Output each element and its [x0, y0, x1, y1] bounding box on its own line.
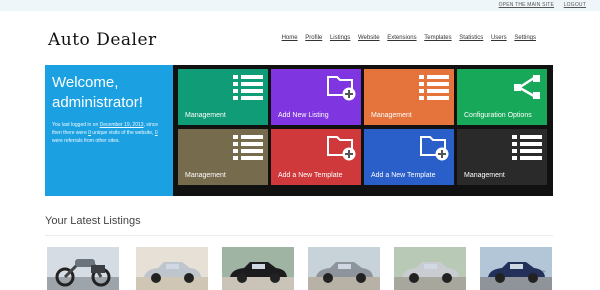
nav-item-listings[interactable]: Listings	[330, 35, 350, 41]
list-icon	[233, 133, 263, 161]
tile-configuration-options[interactable]: Configuration Options	[457, 69, 547, 125]
folder-add-icon	[326, 133, 356, 161]
top-bar: OPEN THE MAIN SITE LOGOUT	[0, 0, 600, 11]
welcome-title-line1: Welcome,	[52, 74, 119, 91]
tile-management-2[interactable]: Management	[364, 69, 454, 125]
list-icon	[233, 73, 263, 101]
open-main-site-link[interactable]: OPEN THE MAIN SITE	[499, 2, 554, 8]
chevron-right-icon[interactable]: ▸	[543, 268, 546, 275]
tile-label: Add a New Template	[371, 172, 436, 179]
referrals-count: 0	[154, 130, 158, 136]
nav-item-settings[interactable]: Settings	[514, 35, 536, 41]
tile-add-new-template-2[interactable]: Add a New Template	[364, 129, 454, 185]
latest-listings-strip	[47, 247, 557, 290]
folder-add-icon	[326, 73, 356, 101]
welcome-text: You last logged in on December 19, 2013,…	[52, 121, 166, 145]
welcome-title: Welcome, administrator!	[52, 73, 166, 113]
list-icon	[512, 133, 542, 161]
listing-thumbnail-silver-sedan[interactable]	[394, 247, 466, 290]
folder-add-icon	[419, 133, 449, 161]
welcome-panel: Welcome, administrator! You last logged …	[45, 65, 173, 196]
section-divider	[45, 235, 553, 236]
tile-label: Management	[464, 172, 505, 179]
nav-item-statistics[interactable]: Statistics	[459, 35, 483, 41]
top-links: OPEN THE MAIN SITE LOGOUT	[491, 2, 586, 8]
listing-thumbnail-gray-sedan[interactable]	[308, 247, 380, 290]
tile-add-new-listing[interactable]: Add New Listing	[271, 69, 361, 125]
brand-logo[interactable]: Auto Dealer	[48, 30, 157, 50]
tile-management-4[interactable]: Management	[457, 129, 547, 185]
list-icon	[419, 73, 449, 101]
tile-label: Management	[371, 112, 412, 119]
nav-item-users[interactable]: Users	[491, 35, 507, 41]
tile-add-new-template-1[interactable]: Add a New Template	[271, 129, 361, 185]
nav-item-extensions[interactable]: Extensions	[387, 35, 416, 41]
share-icon	[512, 73, 542, 101]
latest-listings-title: Your Latest Listings	[45, 215, 141, 227]
listing-thumbnail-silver-coupe[interactable]	[136, 247, 208, 290]
welcome-title-line2: administrator!	[52, 94, 143, 111]
welcome-text-mid2: unique visits of the website,	[90, 130, 155, 136]
tile-label: Management	[185, 112, 226, 119]
tile-management-3[interactable]: Management	[178, 129, 268, 185]
listing-thumbnail-motorcycle[interactable]	[47, 247, 119, 290]
logout-link[interactable]: LOGOUT	[564, 2, 586, 8]
nav-item-profile[interactable]: Profile	[305, 35, 322, 41]
nav-item-website[interactable]: Website	[358, 35, 380, 41]
welcome-text-suffix: were referrals from other sites.	[52, 138, 120, 144]
main-nav: Home Profile Listings Website Extensions…	[276, 35, 536, 41]
nav-item-home[interactable]: Home	[282, 35, 298, 41]
tile-label: Add a New Template	[278, 172, 343, 179]
listing-thumbnail-blue-sedan[interactable]	[480, 247, 552, 290]
nav-item-templates[interactable]: Templates	[424, 35, 451, 41]
last-login-date: December 19, 2013	[99, 122, 144, 128]
dashboard-panel: Welcome, administrator! You last logged …	[45, 65, 553, 196]
tile-label: Management	[185, 172, 226, 179]
welcome-text-prefix: You last logged in on	[52, 122, 100, 128]
tile-label: Add New Listing	[278, 112, 329, 119]
listing-thumbnail-black-suv[interactable]	[222, 247, 294, 290]
tile-management-1[interactable]: Management	[178, 69, 268, 125]
tile-label: Configuration Options	[464, 112, 532, 119]
